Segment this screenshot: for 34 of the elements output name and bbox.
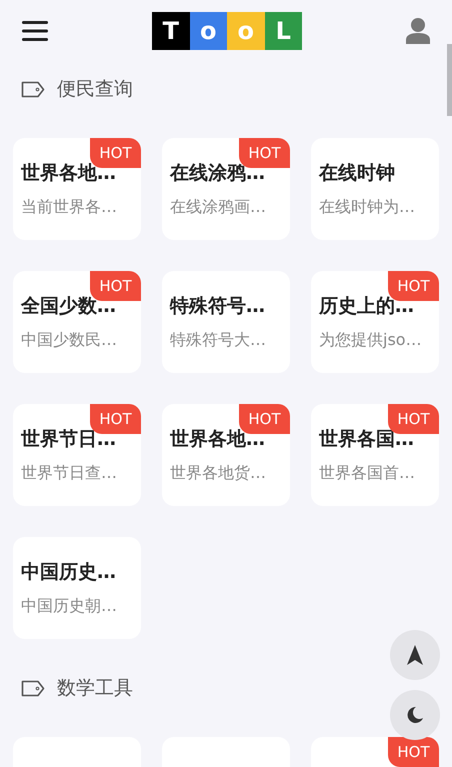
tool-description: 在线涂鸦画… (170, 196, 267, 218)
tool-description: 中国历史朝… (21, 595, 118, 617)
tool-title: 特殊符号… (170, 294, 266, 319)
tool-description: 世界各地货… (170, 462, 267, 484)
dark-mode-button[interactable] (390, 690, 440, 740)
tool-title: 中国历史… (21, 560, 117, 585)
hot-badge: HOT (388, 737, 439, 767)
tool-description: 世界节日查… (21, 462, 118, 484)
scroll-top-button[interactable] (390, 630, 440, 680)
logo-letter: o (227, 12, 264, 50)
tool-title: 在线时钟 (319, 161, 396, 186)
tag-icon (21, 80, 45, 98)
tool-description: 为您提供jso… (319, 329, 423, 351)
tool-description: 特殊符号大… (170, 329, 267, 351)
logo-letter: o (190, 12, 227, 50)
tool-card[interactable]: 中国历史… 中国历史朝… (13, 537, 141, 639)
tool-description: 中国少数民… (21, 329, 118, 351)
tool-description: 在线时钟为… (319, 196, 416, 218)
tag-icon (21, 680, 45, 696)
logo-letter: L (264, 12, 302, 50)
tool-card[interactable]: HOT (311, 737, 439, 767)
logo-letter: T (152, 12, 190, 50)
tool-card[interactable]: 特殊符号… 特殊符号大… (162, 271, 290, 373)
tool-description: 世界各国首… (319, 462, 416, 484)
tool-card[interactable]: HOT 世界节日… 世界节日查… (13, 404, 141, 506)
arrow-up-icon (407, 645, 423, 665)
section-title: 便民查询 (57, 76, 133, 102)
user-icon[interactable] (406, 18, 430, 44)
moon-icon (406, 706, 424, 724)
section-title: 数学工具 (57, 676, 133, 701)
menu-icon[interactable] (22, 20, 48, 42)
tool-description: 当前世界各… (21, 196, 118, 218)
scroll-bar (447, 44, 452, 116)
tool-card[interactable]: 在线时钟 在线时钟为… (311, 138, 439, 240)
